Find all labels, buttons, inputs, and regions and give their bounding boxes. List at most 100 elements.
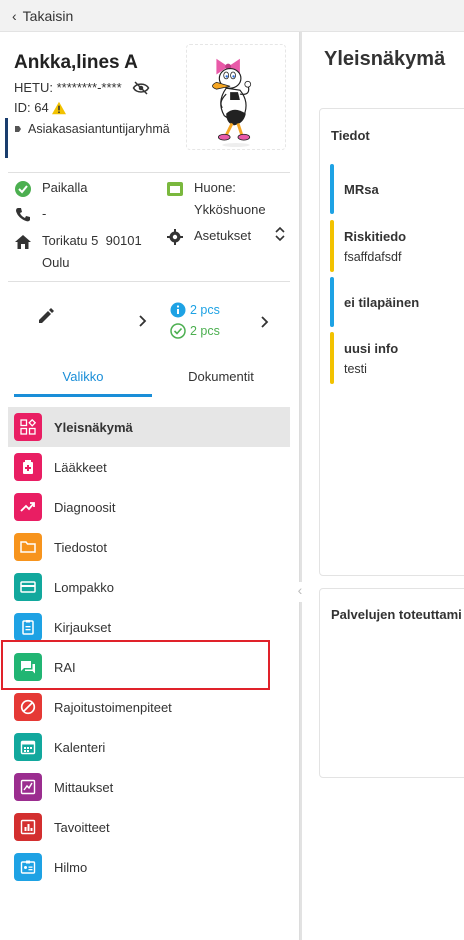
menu-label: Lompakko — [54, 579, 114, 595]
address-line2: Oulu — [42, 255, 70, 270]
menu-label: Yleisnäkymä — [54, 419, 133, 435]
id-line: ID: 64 — [14, 100, 67, 115]
menu-item-diagnoosit[interactable]: Diagnoosit — [8, 487, 290, 527]
room-value: Ykköshuone — [194, 202, 266, 217]
menu-item-tiedostot[interactable]: Tiedostot — [8, 527, 290, 567]
patient-avatar — [186, 44, 286, 150]
note-color-bar — [330, 220, 334, 272]
info-count-label: 2 pcs — [190, 303, 220, 317]
menu-item-mittaukset[interactable]: Mittaukset — [8, 767, 290, 807]
check-circle-icon — [15, 181, 31, 197]
tab-bar: Valikko Dokumentit — [14, 356, 290, 398]
menu-label: Rajoitustoimenpiteet — [54, 699, 172, 715]
chevron-expand-icon[interactable] — [274, 226, 286, 242]
back-link[interactable]: ‹ Takaisin — [0, 0, 464, 32]
bed-icon — [167, 182, 183, 196]
rai-highlight-box — [1, 640, 270, 690]
medicine-icon — [14, 453, 42, 481]
tiedot-card-title: Tiedot — [331, 128, 370, 143]
separator — [8, 172, 290, 173]
gear-icon — [167, 229, 183, 245]
note-item[interactable]: MRsa — [330, 164, 464, 214]
menu-item-lompakko[interactable]: Lompakko — [8, 567, 290, 607]
warning-icon — [51, 101, 66, 114]
palvelut-card-title: Palvelujen toteuttami — [331, 607, 462, 622]
collapse-panel-icon[interactable]: ‹ — [293, 582, 307, 602]
phone-value: - — [42, 206, 47, 221]
check-circle-outline-icon — [170, 323, 186, 339]
page-title: Yleisnäkymä — [324, 48, 446, 70]
menu-label: Lääkkeet — [54, 459, 107, 475]
note-title: Riskitiedo — [344, 229, 407, 244]
address-line1: Torikatu 5 90101 — [42, 233, 142, 248]
card-icon — [14, 573, 42, 601]
chevron-left-icon: ‹ — [12, 7, 17, 24]
note-title: uusi info — [344, 341, 399, 356]
menu-item-yleisnakyma[interactable]: Yleisnäkymä — [8, 407, 290, 447]
menu-label: Tiedostot — [54, 539, 107, 555]
note-item[interactable]: uusi info testi — [330, 332, 464, 384]
note-color-bar — [330, 332, 334, 384]
block-icon — [14, 693, 42, 721]
menu-item-hilmo[interactable]: Hilmo — [8, 847, 290, 887]
trending-icon — [14, 493, 42, 521]
menu-label: Tavoitteet — [54, 819, 110, 835]
hetu-label: HETU: ********-**** — [14, 80, 122, 95]
menu-label: Diagnoosit — [54, 499, 116, 515]
chart-icon — [14, 813, 42, 841]
note-title: ei tilapäinen — [344, 295, 420, 310]
check-count[interactable]: 2 pcs — [170, 323, 220, 339]
menu-label: Kalenteri — [54, 739, 106, 755]
home-icon — [15, 235, 31, 249]
id-label: ID: 64 — [14, 100, 49, 115]
dashboard-icon — [14, 413, 42, 441]
note-color-bar — [330, 164, 334, 214]
panel-divider — [300, 32, 302, 940]
chevron-right-icon[interactable] — [138, 314, 148, 328]
note-item[interactable]: ei tilapäinen — [330, 277, 464, 327]
patient-name: Ankka,lines A — [14, 52, 138, 73]
group-label: Asiakasasiantuntijaryhmä — [28, 122, 170, 136]
tag-icon — [15, 126, 21, 132]
note-text: testi — [344, 362, 367, 376]
check-count-label: 2 pcs — [190, 324, 220, 338]
info-count[interactable]: 2 pcs — [170, 302, 220, 318]
address-row: Torikatu 5 90101 Oulu — [14, 233, 142, 270]
menu-label: Mittaukset — [54, 779, 114, 795]
menu-item-rajoitustoimenpiteet[interactable]: Rajoitustoimenpiteet — [8, 687, 290, 727]
chevron-right-icon[interactable] — [260, 315, 270, 329]
note-item[interactable]: Riskitiedo fsaffdafsdf — [330, 220, 464, 272]
menu-item-laakkeet[interactable]: Lääkkeet — [8, 447, 290, 487]
separator — [8, 281, 290, 282]
room-label: Huone: — [194, 180, 236, 195]
settings-row[interactable]: Asetukset — [166, 228, 251, 246]
group-accent-bar — [5, 118, 8, 158]
measure-icon — [14, 773, 42, 801]
tab-dokumentit[interactable]: Dokumentit — [152, 356, 290, 396]
menu-label: Hilmo — [54, 859, 88, 875]
pencil-icon[interactable] — [36, 306, 56, 326]
presence-row: Paikalla — [14, 180, 88, 198]
settings-label: Asetukset — [194, 228, 252, 243]
tab-valikko[interactable]: Valikko — [14, 356, 152, 396]
note-color-bar — [330, 277, 334, 327]
note-title: MRsa — [344, 182, 379, 197]
calendar-icon — [14, 733, 42, 761]
group-line: Asiakasasiantuntijaryhmä — [14, 122, 170, 136]
back-label: Takaisin — [22, 7, 74, 24]
active-tab-indicator — [14, 394, 152, 397]
menu-label: Kirjaukset — [54, 619, 112, 635]
badge-icon — [14, 853, 42, 881]
menu-item-kalenteri[interactable]: Kalenteri — [8, 727, 290, 767]
info-icon — [170, 302, 186, 318]
hetu-line: HETU: ********-**** — [14, 80, 150, 95]
note-text: fsaffdafsdf — [344, 250, 402, 264]
clipboard-icon — [14, 613, 42, 641]
presence-label: Paikalla — [42, 180, 88, 195]
phone-row: - — [14, 206, 46, 224]
phone-icon — [16, 208, 30, 222]
menu-item-tavoitteet[interactable]: Tavoitteet — [8, 807, 290, 847]
room-row: Huone: Ykköshuone — [166, 180, 266, 217]
folder-icon — [14, 533, 42, 561]
eye-off-icon[interactable] — [132, 80, 150, 95]
